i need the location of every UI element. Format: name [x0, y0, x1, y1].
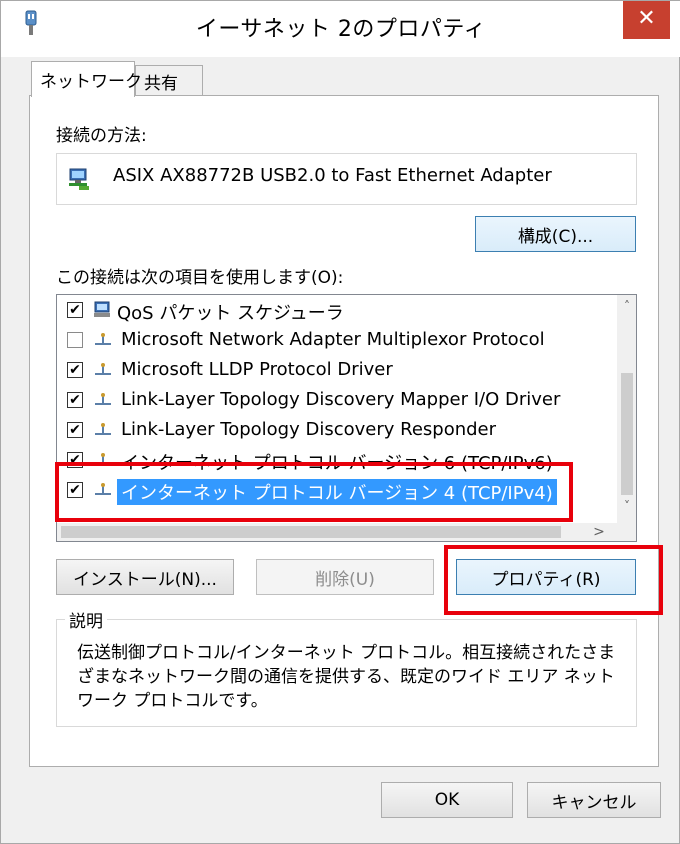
properties-dialog: イーサネット 2のプロパティ ✕ ネットワーク 共有 接続の方法: ASIX A…	[0, 0, 680, 844]
cancel-button[interactable]: キャンセル	[527, 782, 661, 818]
checkbox[interactable]: ✔	[67, 422, 83, 438]
checkbox[interactable]: ✔	[67, 302, 83, 318]
tab-label: ネットワーク	[40, 72, 142, 92]
connect-using-label: 接続の方法:	[56, 126, 147, 146]
title-bar: イーサネット 2のプロパティ ✕	[1, 1, 680, 57]
items-label: この接続は次の項目を使用します(O):	[56, 268, 344, 288]
protocol-icon	[95, 363, 111, 375]
description-title: 説明	[65, 607, 107, 632]
network-adapter-icon	[69, 168, 89, 190]
list-item-multiplexor[interactable]: Microsoft Network Adapter Multiplexor Pr…	[57, 325, 617, 355]
scroll-up-icon[interactable]: ˄	[617, 299, 636, 313]
vertical-scrollbar[interactable]: ˄ ˅	[617, 295, 636, 525]
list-item-label: Link-Layer Topology Discovery Responder	[121, 419, 497, 440]
list-item-lltd-responder[interactable]: ✔ Link-Layer Topology Discovery Responde…	[57, 415, 617, 445]
ok-button[interactable]: OK	[381, 782, 513, 818]
description-text: 伝送制御プロトコル/インターネット プロトコル。相互接続されたさまざまなネットワ…	[77, 643, 616, 711]
remove-button[interactable]: 削除(U)	[256, 559, 434, 595]
protocol-icon	[95, 423, 111, 435]
list-item-label: Link-Layer Topology Discovery Mapper I/O…	[121, 389, 561, 410]
qos-scheduler-icon	[94, 301, 110, 317]
scroll-right-icon[interactable]: >	[589, 524, 609, 540]
checkbox[interactable]: ✔	[67, 392, 83, 408]
list-item-lldp[interactable]: ✔ Microsoft LLDP Protocol Driver	[57, 355, 617, 385]
list-item-label: QoS パケット スケジューラ	[117, 303, 344, 324]
install-button[interactable]: インストール(N)...	[56, 559, 234, 595]
checkbox[interactable]: ✔	[67, 362, 83, 378]
list-item-label: Microsoft Network Adapter Multiplexor Pr…	[121, 329, 545, 350]
ipv4-highlight-annotation	[55, 462, 573, 522]
checkbox[interactable]	[67, 332, 83, 348]
horizontal-scrollbar[interactable]: >	[57, 523, 617, 541]
scrollbar-corner	[617, 523, 636, 541]
close-button[interactable]: ✕	[623, 1, 670, 39]
tab-label: 共有	[144, 74, 178, 94]
horizontal-scroll-thumb[interactable]	[61, 526, 561, 538]
adapter-box: ASIX AX88772B USB2.0 to Fast Ethernet Ad…	[56, 153, 637, 205]
adapter-name: ASIX AX88772B USB2.0 to Fast Ethernet Ad…	[113, 165, 552, 186]
protocol-icon	[95, 393, 111, 405]
list-item-lltd-mapper[interactable]: ✔ Link-Layer Topology Discovery Mapper I…	[57, 385, 617, 415]
properties-highlight-annotation	[444, 545, 663, 615]
tab-network[interactable]: ネットワーク	[31, 61, 142, 97]
vertical-scroll-thumb[interactable]	[621, 373, 633, 495]
protocol-icon	[95, 333, 111, 345]
scroll-down-icon[interactable]: ˅	[617, 499, 636, 513]
close-icon: ✕	[637, 6, 656, 31]
configure-button[interactable]: 構成(C)...	[475, 216, 636, 252]
list-item-label: Microsoft LLDP Protocol Driver	[121, 359, 393, 380]
tab-sharing[interactable]: 共有	[135, 65, 203, 96]
list-item-qos[interactable]: ✔ QoS パケット スケジューラ	[57, 295, 617, 325]
window-title: イーサネット 2のプロパティ	[195, 17, 487, 42]
